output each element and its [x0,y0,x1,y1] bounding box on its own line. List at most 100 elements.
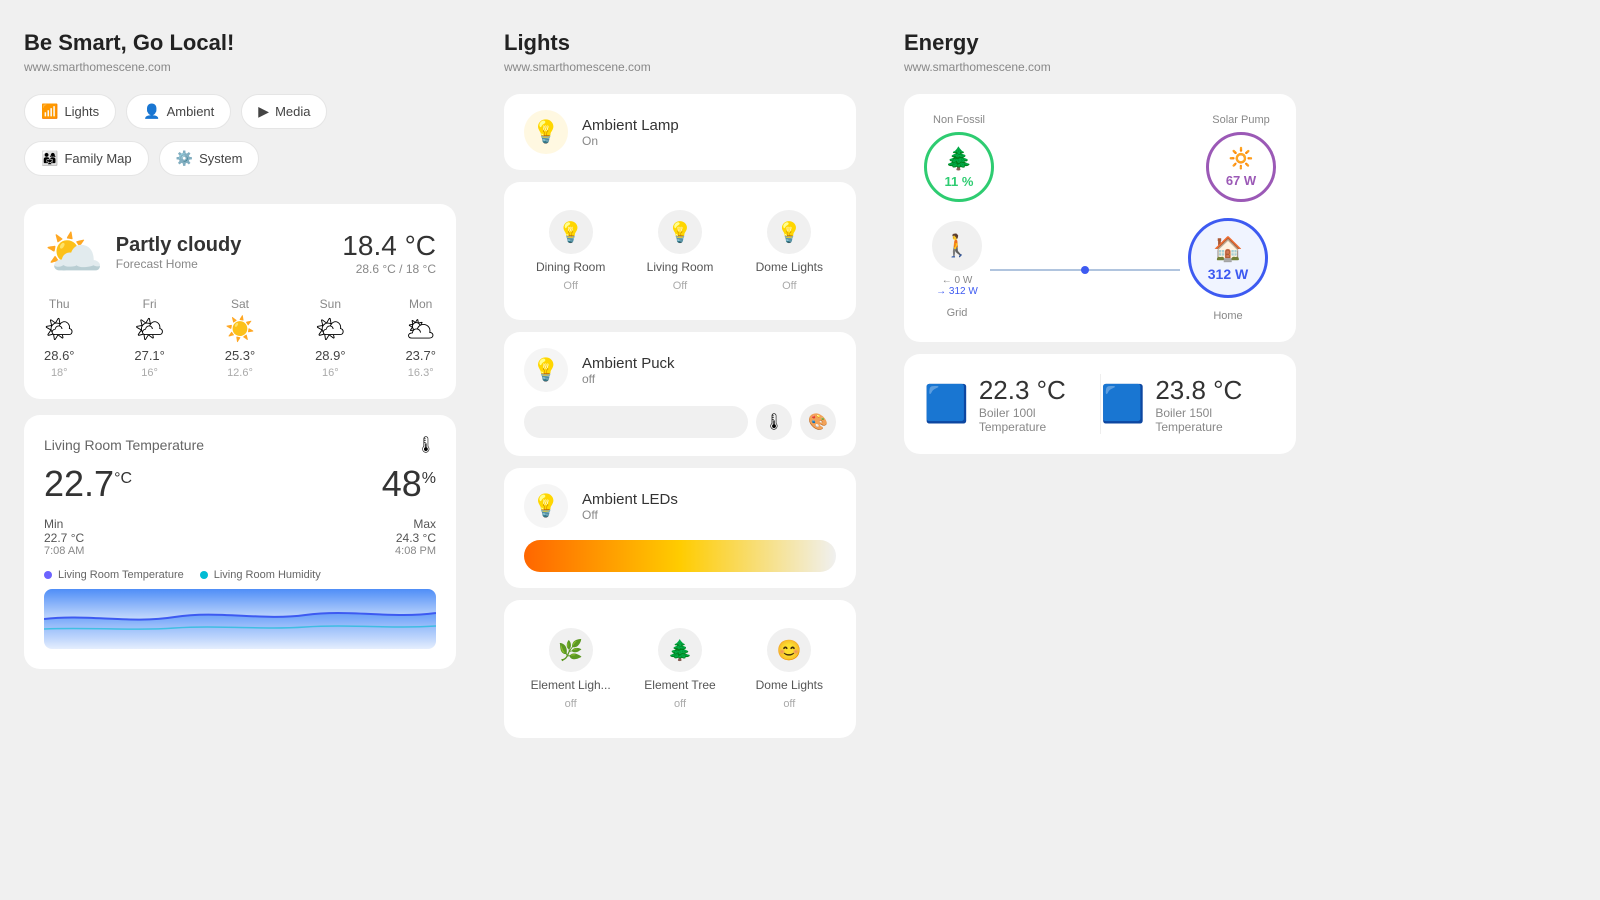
humidity-reading: 48% [382,463,436,505]
nav-row-2: 👨‍👩‍👧 Family Map ⚙️ System [24,141,456,176]
nav-lights-label: Lights [64,104,99,119]
ambient-leds-card[interactable]: 💡 Ambient LEDs Off [504,468,856,588]
max-time: 4:08 PM [395,545,436,557]
light-grid-2: 🌿 Element Ligh... off 🌲 Element Tree off… [504,600,856,738]
ambient-lamp-icon: 💡 [524,110,568,154]
element-light-status: off [565,698,577,710]
chart-legend: Living Room Temperature Living Room Humi… [44,569,436,581]
dome-lights-1-name: Dome Lights [756,260,823,274]
nav-ambient[interactable]: 👤 Ambient [126,94,231,129]
nav-family-map[interactable]: 👨‍👩‍👧 Family Map [24,141,149,176]
forecast-row: Thu 🌤 28.6° 18° Fri 🌤 27.1° 16° Sat ☀️ 2… [44,297,436,379]
living-room-icon: 💡 [658,210,702,254]
sat-high: 25.3° [225,348,256,363]
temp-range: 28.6 °C / 18 °C [342,262,436,276]
dome-lights-1-item[interactable]: 💡 Dome Lights Off [739,198,840,304]
sat-icon: ☀️ [225,315,255,344]
forecast-fri: Fri 🌤 27.1° 16° [134,297,165,379]
boiler-100-info: 22.3 °C Boiler 100l Temperature [979,375,1100,434]
fri-icon: 🌤 [134,315,164,344]
weather-card: ⛅ Partly cloudy Forecast Home 18.4 °C 28… [24,204,456,399]
living-room-name: Living Room [647,260,714,274]
puck-name: Ambient Puck [582,355,675,372]
fri-high: 27.1° [134,348,165,363]
solar-icon: 🔆 [1229,146,1254,171]
puck-temp-btn[interactable]: 🌡 [756,404,792,440]
boiler-150-item: 🟦 23.8 °C Boiler 150l Temperature [1100,375,1276,434]
led-header: 💡 Ambient LEDs Off [524,484,836,528]
weather-icon-wrap: ⛅ Partly cloudy Forecast Home [44,224,241,281]
puck-slider[interactable] [524,406,748,438]
boiler-100-label: Boiler 100l Temperature [979,406,1100,434]
system-icon: ⚙️ [176,150,193,167]
family-map-icon: 👨‍👩‍👧 [41,150,58,167]
dining-room-item[interactable]: 💡 Dining Room Off [520,198,621,304]
max-temp: 24.3 °C [395,531,436,545]
nav-media-label: Media [275,104,310,119]
energy-card: Non Fossil 🌲 11 % Solar Pump 🔆 67 W 🚶 [904,94,1296,342]
element-light-icon: 🌿 [549,628,593,672]
solar-w: 67 W [1226,173,1256,188]
sun-icon: 🌤 [315,315,345,344]
living-room-status: Off [673,280,687,292]
led-name: Ambient LEDs [582,491,678,508]
home-w: 312 W [1208,266,1248,282]
puck-status: off [582,372,675,386]
sat-low: 12.6° [227,367,253,379]
led-status: Off [582,508,678,522]
day-sun: Sun [320,297,341,311]
element-light-item[interactable]: 🌿 Element Ligh... off [520,616,621,722]
home-circle: 🏠 312 W [1188,218,1268,298]
forecast-sat: Sat ☀️ 25.3° 12.6° [225,297,256,379]
right-header: Energy www.smarthomescene.com [904,30,1296,94]
tree-icon: 🌲 [945,146,972,172]
ambient-puck-card[interactable]: 💡 Ambient Puck off 🌡 🎨 [504,332,856,456]
dome-lights-2-name: Dome Lights [756,678,823,692]
min-temp: 22.7 °C [44,531,84,545]
grid-in: ← 0 W [936,275,978,286]
dome-lights-2-item[interactable]: 😊 Dome Lights off [739,616,840,722]
nav-media[interactable]: ▶ Media [241,94,327,129]
weather-description: Partly cloudy Forecast Home [116,234,242,271]
element-light-name: Element Ligh... [531,678,611,692]
middle-url: www.smarthomescene.com [504,60,856,74]
grid-out: → 312 W [936,286,978,297]
left-panel: Be Smart, Go Local! www.smarthomescene.c… [0,0,480,900]
min-time: 7:08 AM [44,545,84,557]
min-label: Min [44,517,84,531]
boiler-100-icon: 🟦 [924,383,969,425]
temp-card-header: Living Room Temperature 🌡 [44,435,436,455]
non-fossil-circle: 🌲 11 % [924,132,994,202]
humidity-legend-dot [200,571,208,579]
nav-system[interactable]: ⚙️ System [159,141,260,176]
fri-low: 16° [141,367,158,379]
line-body [990,269,1180,271]
puck-info: Ambient Puck off [582,355,675,386]
weather-location: Forecast Home [116,257,242,271]
right-title: Energy [904,30,1296,56]
temp-card: Living Room Temperature 🌡 22.7°C 48% Min… [24,415,456,669]
non-fossil-node: Non Fossil 🌲 11 % [924,114,994,202]
nav-lights[interactable]: 📶 Lights [24,94,116,129]
thu-icon: 🌤 [44,315,74,344]
nav-row-1: 📶 Lights 👤 Ambient ▶ Media [24,94,456,129]
min-max-row: Min 22.7 °C 7:08 AM Max 24.3 °C 4:08 PM [44,517,436,557]
element-tree-name: Element Tree [644,678,715,692]
temp-card-title: Living Room Temperature [44,437,204,453]
dome-lights-2-icon: 😊 [767,628,811,672]
puck-color-btn[interactable]: 🎨 [800,404,836,440]
boiler-100-item: 🟦 22.3 °C Boiler 100l Temperature [924,375,1100,434]
led-bar[interactable] [524,540,836,572]
weather-main: ⛅ Partly cloudy Forecast Home 18.4 °C 28… [44,224,436,281]
living-room-item[interactable]: 💡 Living Room Off [629,198,730,304]
grid-flow: ← 0 W → 312 W [936,275,978,297]
humidity-legend: Living Room Humidity [200,569,321,581]
weather-temp: 18.4 °C 28.6 °C / 18 °C [342,230,436,276]
thu-low: 18° [51,367,68,379]
thermometer-icon: 🌡 [416,435,436,455]
ambient-lamp-card[interactable]: 💡 Ambient Lamp On [504,94,856,170]
sun-low: 16° [322,367,339,379]
temp-legend-dot [44,571,52,579]
mon-low: 16.3° [408,367,434,379]
element-tree-item[interactable]: 🌲 Element Tree off [629,616,730,722]
